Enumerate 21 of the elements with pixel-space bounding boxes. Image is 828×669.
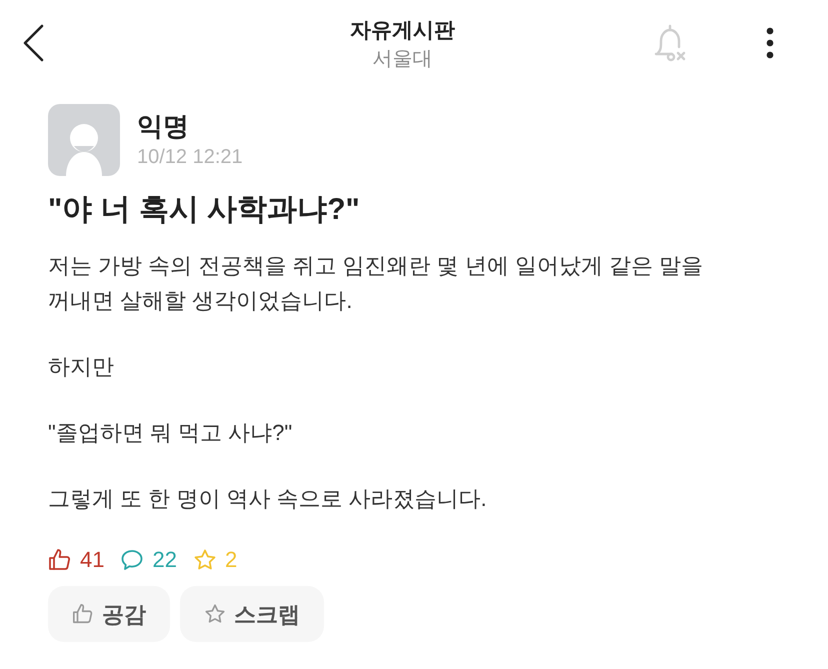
bell-off-icon [652, 23, 688, 63]
scrap-button[interactable]: 스크랩 [180, 586, 324, 642]
scraps-count: 2 [224, 546, 238, 574]
more-options-button[interactable] [766, 27, 774, 59]
back-chevron-icon [22, 24, 44, 62]
post-title: "야 너 혹시 사학과냐?" [48, 192, 361, 228]
board-title: 자유게시판 [350, 18, 455, 44]
thumbs-up-icon [72, 603, 94, 625]
comments-count: 22 [152, 546, 177, 574]
post-paragraph: 저는 가방 속의 전공책을 쥐고 임진왜란 몇 년에 일어났게 같은 말을 꺼내면 살해할 생각이었습니다. [48, 252, 704, 315]
post-paragraph: 그렇게 또 한 명이 역사 속으로 사라졌습니다. [48, 485, 488, 513]
star-icon [204, 603, 226, 625]
like-button[interactable]: 공감 [48, 586, 170, 642]
post-time: 10/12 12:21 [137, 145, 243, 170]
post-paragraph: 하지만 [48, 353, 115, 381]
post-paragraph: "졸업하면 뭐 먹고 사냐?" [48, 419, 294, 447]
likes-count: 41 [80, 546, 104, 574]
board-subtitle: 서울대 [372, 47, 432, 72]
vertical-dots-icon [766, 27, 774, 59]
avatar-silhouette-icon [48, 104, 120, 176]
author-name: 익명 [137, 110, 190, 143]
